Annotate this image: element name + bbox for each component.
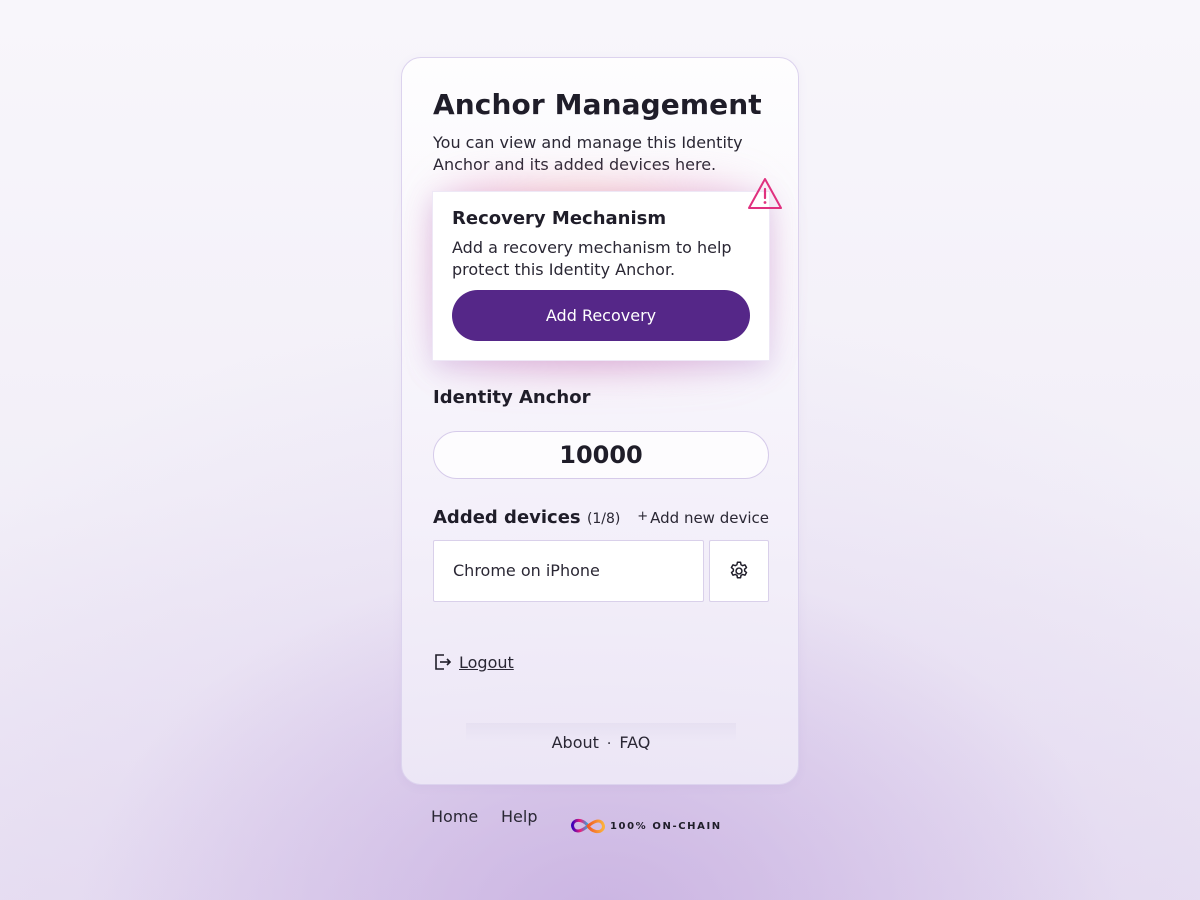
- add-new-device-label: Add new device: [650, 509, 769, 527]
- logout-icon: [435, 654, 452, 670]
- devices-title-text: Added devices: [433, 507, 581, 528]
- onchain-label: 100% ON-CHAIN: [610, 820, 722, 832]
- page-description: You can view and manage this Identity An…: [433, 133, 743, 174]
- devices-title: Added devices (1/8): [433, 507, 620, 528]
- home-link[interactable]: Home: [431, 807, 478, 826]
- infinity-logo-icon: [571, 818, 605, 834]
- recovery-title: Recovery Mechanism: [452, 208, 667, 229]
- faq-link[interactable]: FAQ: [619, 733, 650, 752]
- page-title: Anchor Management: [433, 88, 762, 121]
- about-link[interactable]: About: [552, 733, 599, 752]
- logout-label: Logout: [459, 652, 514, 672]
- device-settings-button[interactable]: [709, 540, 769, 602]
- anchor-management-card: Anchor Management You can view and manag…: [401, 57, 799, 785]
- warning-icon: [748, 178, 782, 209]
- onchain-badge[interactable]: 100% ON-CHAIN: [570, 817, 722, 835]
- devices-count: (1/8): [586, 511, 621, 527]
- gear-icon: [730, 561, 748, 579]
- add-new-device-button[interactable]: + Add new device: [637, 509, 769, 527]
- identity-anchor-label: Identity Anchor: [433, 387, 591, 408]
- footer-separator: ·: [606, 736, 612, 752]
- device-list-item: Chrome on iPhone: [433, 540, 769, 602]
- plus-icon: +: [637, 509, 649, 524]
- device-name: Chrome on iPhone: [433, 540, 704, 602]
- recovery-description: Add a recovery mechanism to help protect…: [452, 238, 732, 279]
- help-link[interactable]: Help: [501, 807, 537, 826]
- logout-button[interactable]: Logout: [433, 650, 514, 674]
- devices-header: Added devices (1/8) + Add new device: [433, 507, 769, 531]
- add-recovery-button[interactable]: Add Recovery: [452, 290, 750, 341]
- identity-anchor-number: 10000: [433, 431, 769, 479]
- card-footer: About · FAQ: [402, 733, 800, 752]
- recovery-mechanism-box: Recovery Mechanism Add a recovery mechan…: [432, 191, 770, 361]
